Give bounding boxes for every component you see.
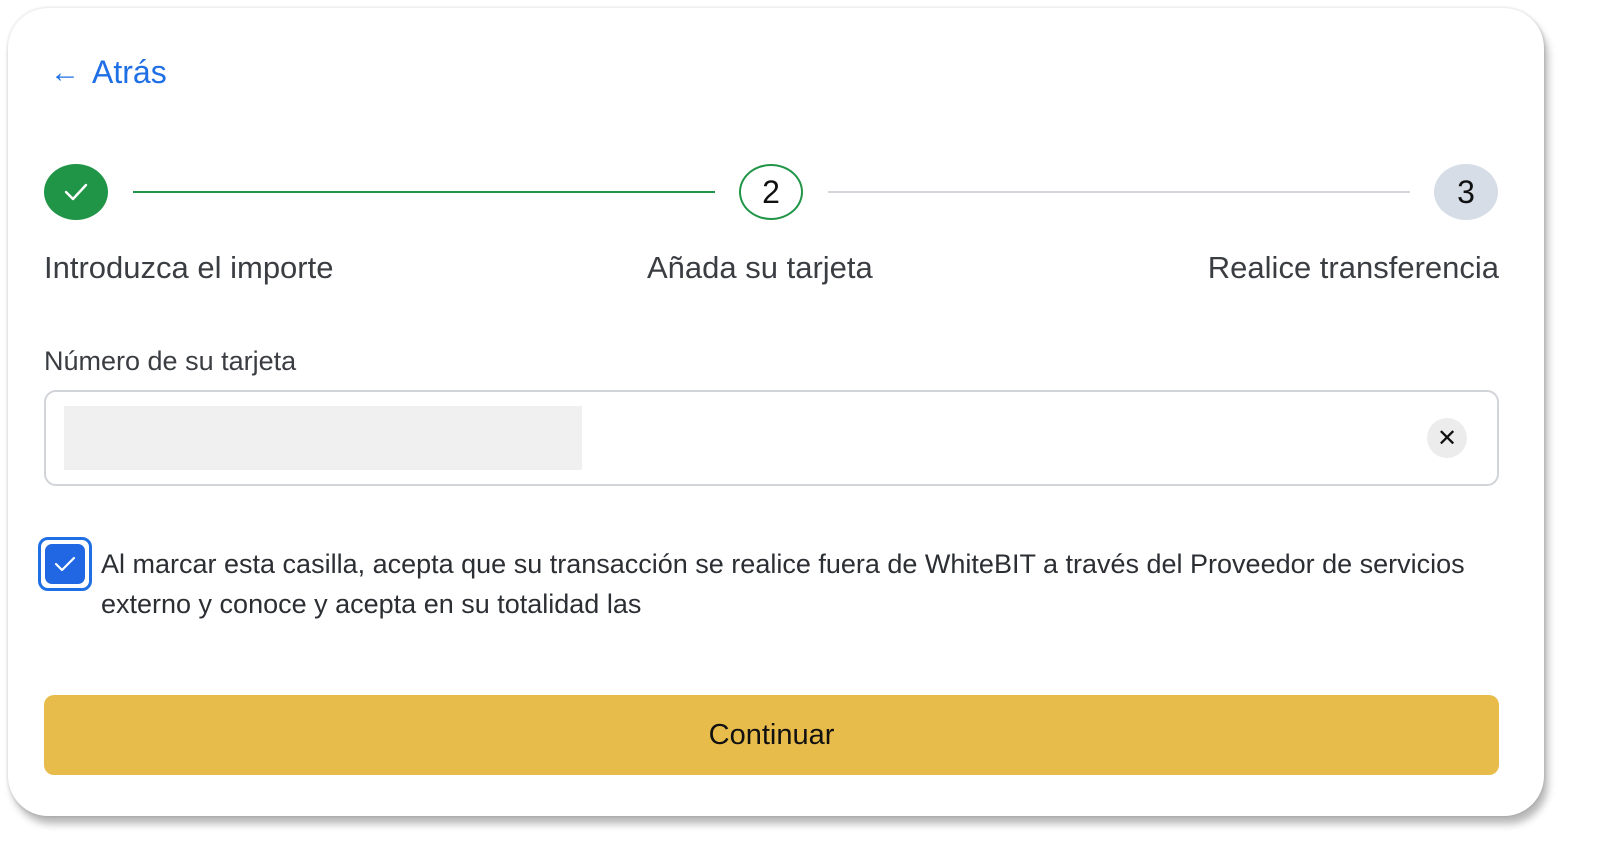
clear-input-button[interactable]: ✕: [1427, 418, 1467, 458]
card-number-field: ✕: [44, 390, 1499, 486]
step-1-label: Introduzca el importe: [44, 250, 334, 285]
step-3-number: 3: [1457, 173, 1475, 210]
card-panel: ← Atrás 2 3 Introduzca el importe Añada …: [8, 8, 1544, 816]
step-3-label: Realice transferencia: [1207, 250, 1499, 285]
step-2-current: 2: [739, 164, 803, 220]
close-icon: ✕: [1436, 424, 1458, 452]
step-connector-1: [133, 191, 715, 193]
checkbox-checked-indicator: [45, 544, 85, 584]
back-link[interactable]: ← Atrás: [50, 54, 167, 91]
consent-text: Al marcar esta casilla, acepta que su tr…: [101, 549, 1465, 619]
continue-button[interactable]: Continuar: [44, 695, 1499, 775]
check-icon: [54, 556, 76, 572]
step-connector-2: [828, 191, 1410, 193]
card-number-label: Número de su tarjeta: [44, 346, 297, 376]
check-icon: [64, 183, 88, 201]
consent-checkbox[interactable]: [38, 537, 92, 591]
step-1-completed: [44, 164, 108, 220]
step-3-upcoming: 3: [1434, 164, 1498, 220]
card-number-input[interactable]: [64, 406, 582, 470]
step-2-number: 2: [762, 173, 780, 210]
step-2-label: Añada su tarjeta: [647, 250, 873, 285]
back-link-label: Atrás: [92, 54, 167, 90]
arrow-left-icon: ←: [50, 55, 80, 89]
